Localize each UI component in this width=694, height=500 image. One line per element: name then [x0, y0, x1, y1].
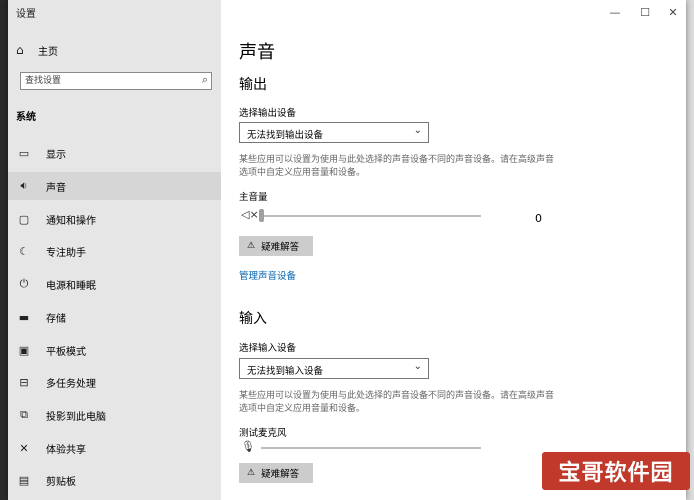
- sidebar-item-label: 投影到此电脑: [46, 411, 106, 423]
- home-icon: ⌂: [16, 43, 24, 57]
- speaker-icon: 🔉︎: [20, 179, 28, 192]
- tablet-icon: ▣: [18, 343, 30, 357]
- home-label: 主页: [38, 46, 58, 58]
- home-nav-item[interactable]: ⌂ 主页: [16, 42, 58, 58]
- output-device-dropdown[interactable]: 无法找到输出设备 ⌄: [239, 122, 429, 143]
- sidebar-item-storage[interactable]: ▬ 存储: [8, 303, 221, 331]
- output-troubleshoot-button[interactable]: ⚠ 疑难解答: [239, 236, 313, 256]
- sidebar-item-label: 专注助手: [46, 247, 86, 259]
- project-icon: ⧉: [20, 408, 28, 421]
- meter-track: [261, 447, 481, 449]
- clipboard-icon: ▤: [18, 473, 30, 487]
- input-device-value: 无法找到输入设备: [247, 366, 324, 377]
- sidebar: ⌂ 主页 ⌕ 系统 ▭ 显示 🔉︎ 声音 ▢ 通知和操作 ☾ 专注助手 ⏻ 电源…: [8, 0, 221, 500]
- input-troubleshoot-button[interactable]: ⚠ 疑难解答: [239, 463, 313, 483]
- button-label: 疑难解答: [261, 242, 300, 253]
- sidebar-item-label: 通知和操作: [46, 215, 96, 227]
- input-description: 某些应用可以设置为使用与此处选择的声音设备不同的声音设备。请在高级声音选项中自定…: [239, 391, 555, 414]
- test-microphone-label: 测试麦克风: [239, 428, 287, 439]
- sidebar-item-focus-assist[interactable]: ☾ 专注助手: [8, 237, 221, 265]
- slider-thumb[interactable]: [259, 209, 264, 222]
- sidebar-item-label: 平板模式: [46, 346, 86, 358]
- output-description: 某些应用可以设置为使用与此处选择的声音设备不同的声音设备。请在高级声音选项中自定…: [239, 155, 555, 178]
- sidebar-item-label: 剪贴板: [46, 476, 76, 488]
- button-label: 疑难解答: [261, 469, 300, 480]
- shared-experience-icon: ✕: [19, 441, 29, 455]
- sidebar-item-label: 存储: [46, 313, 66, 325]
- window-title: 设置: [16, 9, 36, 20]
- search-icon[interactable]: ⌕: [202, 73, 208, 87]
- watermark-text: 宝哥软件园: [558, 461, 674, 486]
- page-title: 声音: [239, 42, 275, 63]
- input-heading: 输入: [239, 311, 267, 327]
- section-label-system: 系统: [16, 112, 36, 123]
- input-device-dropdown[interactable]: 无法找到输入设备 ⌄: [239, 358, 429, 379]
- input-device-label: 选择输入设备: [239, 343, 297, 354]
- sidebar-item-sound[interactable]: 🔉︎ 声音: [8, 172, 221, 200]
- multitask-icon: ⊟: [19, 375, 29, 389]
- sidebar-item-shared-experiences[interactable]: ✕ 体验共享: [8, 434, 221, 462]
- output-heading: 输出: [239, 77, 267, 93]
- search-box[interactable]: ⌕: [20, 72, 212, 90]
- display-icon: ▭: [18, 146, 30, 160]
- sidebar-item-clipboard[interactable]: ▤ 剪贴板: [8, 466, 221, 494]
- warning-icon: ⚠: [247, 241, 256, 251]
- notification-icon: ▢: [18, 212, 30, 226]
- speaker-muted-icon: ◁×: [241, 208, 259, 221]
- sidebar-item-tablet-mode[interactable]: ▣ 平板模式: [8, 336, 221, 364]
- output-device-value: 无法找到输出设备: [247, 130, 324, 141]
- sidebar-item-label: 声音: [46, 182, 66, 194]
- master-volume-value: 0: [535, 212, 542, 225]
- sidebar-item-project[interactable]: ⧉ 投影到此电脑: [8, 401, 221, 429]
- watermark-logo: 宝哥软件园: [542, 452, 690, 490]
- microphone-icon: 🎙︎: [241, 440, 255, 453]
- settings-window: ⌂ 主页 ⌕ 系统 ▭ 显示 🔉︎ 声音 ▢ 通知和操作 ☾ 专注助手 ⏻ 电源…: [8, 0, 686, 500]
- sidebar-item-label: 多任务处理: [46, 378, 96, 390]
- sidebar-item-label: 显示: [46, 149, 66, 161]
- slider-track[interactable]: [261, 215, 481, 217]
- manage-sound-devices-link[interactable]: 管理声音设备: [239, 268, 296, 282]
- sidebar-item-label: 电源和睡眠: [46, 280, 96, 292]
- chevron-down-icon: ⌄: [413, 361, 422, 372]
- main-content: 声音 输出 选择输出设备 无法找到输出设备 ⌄ 某些应用可以设置为使用与此处选择…: [221, 0, 686, 500]
- microphone-level-meter: 🎙︎: [239, 440, 539, 456]
- sidebar-item-power[interactable]: ⏻ 电源和睡眠: [8, 270, 221, 298]
- output-device-label: 选择输出设备: [239, 108, 297, 119]
- warning-icon: ⚠: [247, 468, 256, 478]
- storage-icon: ▬: [18, 310, 30, 324]
- search-input[interactable]: [25, 74, 185, 88]
- sidebar-item-display[interactable]: ▭ 显示: [8, 139, 221, 167]
- master-volume-slider[interactable]: ◁×: [239, 208, 539, 224]
- master-volume-label: 主音量: [239, 192, 268, 203]
- sidebar-item-notifications[interactable]: ▢ 通知和操作: [8, 205, 221, 233]
- focus-assist-icon: ☾: [19, 244, 29, 258]
- chevron-down-icon: ⌄: [413, 125, 422, 136]
- sidebar-item-multitasking[interactable]: ⊟ 多任务处理: [8, 368, 221, 396]
- sidebar-item-label: 体验共享: [46, 444, 86, 456]
- power-icon: ⏻: [19, 277, 29, 290]
